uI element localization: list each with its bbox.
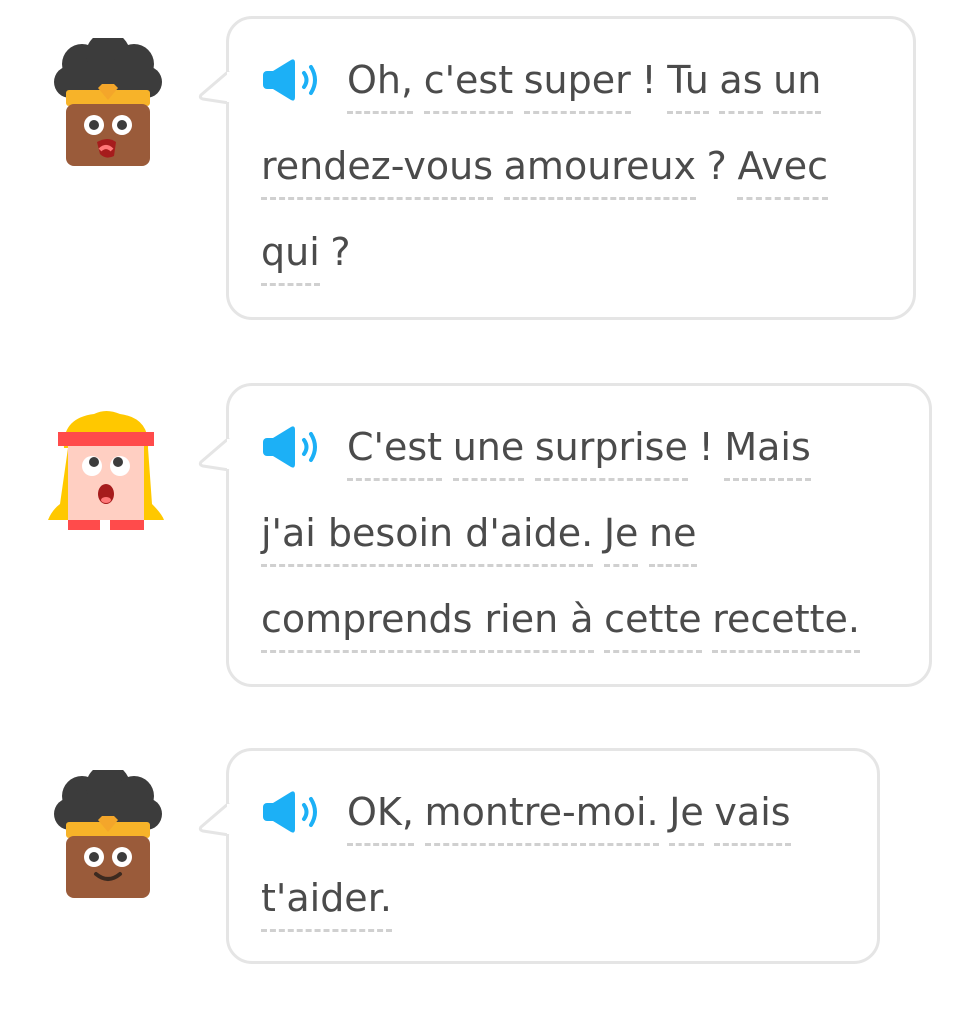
word-token[interactable]: un	[773, 55, 822, 114]
word-token[interactable]: Oh,	[347, 55, 414, 114]
message-line: rendez-vous amoureux? Avec	[261, 141, 828, 200]
message-line: OK, montre-moi. Je vais	[347, 787, 791, 846]
word-token[interactable]: une	[452, 422, 525, 481]
avatar-bea-1	[48, 32, 168, 168]
word-token[interactable]: Je	[669, 787, 704, 846]
word-token[interactable]: comprends rien à	[261, 594, 594, 653]
word-token[interactable]: C'est	[347, 422, 443, 481]
word-token[interactable]: qui	[261, 227, 320, 286]
word-token[interactable]: Avec	[737, 141, 828, 200]
word-token[interactable]: ne	[649, 508, 697, 567]
avatar-bea-2	[48, 764, 168, 900]
punctuation: ?	[706, 144, 727, 188]
message-bubble-1: Oh, c'est super! Tu as un rendez-vous amoureux…	[198, 16, 916, 320]
speaker-button[interactable]	[261, 789, 321, 835]
punctuation: ?	[330, 230, 351, 274]
bubble-tail	[198, 69, 232, 105]
avatar-lily	[44, 408, 164, 538]
bea-avatar-icon	[54, 764, 162, 898]
word-token[interactable]: Tu	[667, 55, 709, 114]
speaker-icon	[263, 59, 317, 101]
message-line: Oh, c'est super! Tu as un	[347, 55, 822, 114]
word-token[interactable]: cette	[604, 594, 702, 653]
speaker-icon	[263, 426, 317, 468]
word-token[interactable]: c'est	[423, 55, 514, 114]
word-token[interactable]: Je	[603, 508, 639, 567]
message-bubble-3: OK, montre-moi. Je vais t'aider.	[198, 748, 880, 964]
speaker-icon	[263, 791, 317, 833]
word-token[interactable]: recette.	[712, 594, 860, 653]
word-token[interactable]: vais	[714, 787, 791, 846]
word-token[interactable]: Mais	[724, 422, 811, 481]
word-token[interactable]: super	[523, 55, 631, 114]
bubble-tail	[198, 801, 232, 837]
message-bubble-2: C'est une surprise! Mais j'ai besoin d'aide…	[198, 383, 932, 687]
message-line: C'est une surprise! Mais	[347, 422, 811, 481]
punctuation: !	[698, 425, 714, 469]
word-token[interactable]: amoureux	[503, 141, 697, 200]
word-token[interactable]: montre-moi.	[424, 787, 659, 846]
word-token[interactable]: surprise	[534, 422, 688, 481]
punctuation: !	[641, 58, 657, 102]
message-line: t'aider.	[261, 873, 392, 932]
speaker-button[interactable]	[261, 424, 321, 470]
word-token[interactable]: rendez-vous	[261, 141, 494, 200]
word-token[interactable]: OK,	[347, 787, 414, 846]
bea-avatar-icon	[54, 32, 162, 166]
word-token[interactable]: t'aider.	[261, 873, 392, 932]
message-line: comprends rien à cette recette.	[261, 594, 860, 653]
message-line: qui?	[261, 227, 351, 286]
word-token[interactable]: j'ai besoin d'aide.	[261, 508, 594, 567]
lily-avatar-icon	[48, 411, 164, 534]
speaker-button[interactable]	[261, 57, 321, 103]
message-line: j'ai besoin d'aide. Je ne	[261, 508, 697, 567]
word-token[interactable]: as	[719, 55, 763, 114]
bubble-tail	[198, 436, 232, 472]
